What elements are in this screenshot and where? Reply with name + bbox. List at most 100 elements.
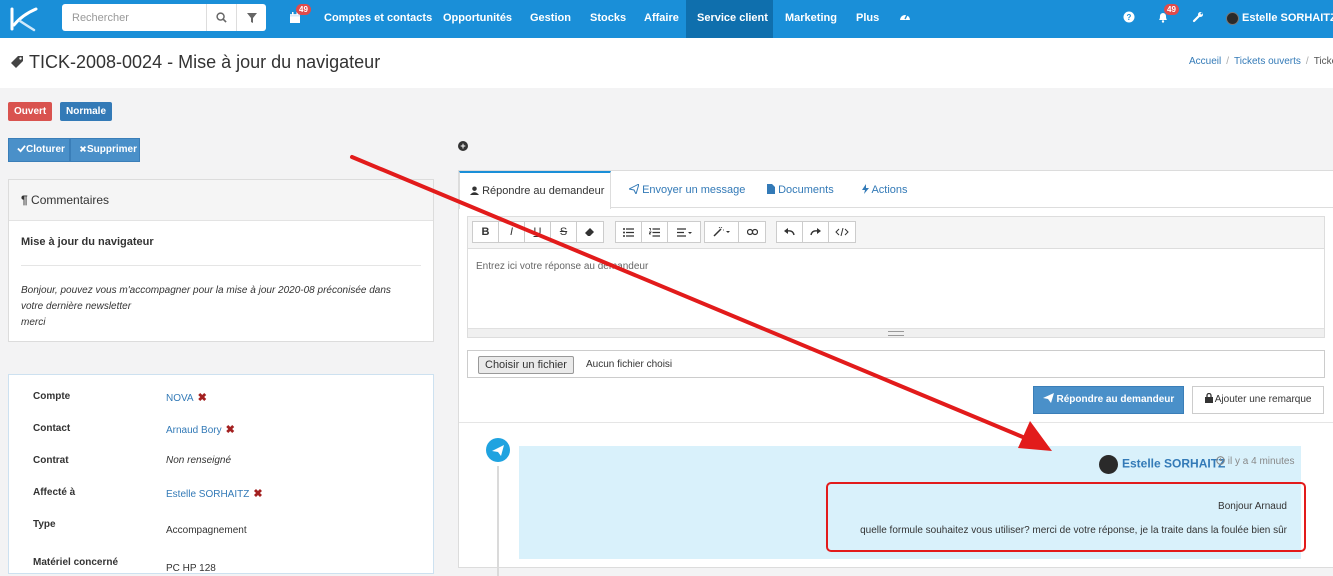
align-dropdown[interactable] [668, 222, 700, 242]
top-navbar: 49 Comptes et contacts Opportunités Gest… [0, 0, 1333, 38]
status-badge: Ouvert [8, 102, 53, 121]
app-logo[interactable] [8, 5, 40, 33]
remove-icon[interactable]: ✖ [226, 424, 235, 436]
calendar-nav[interactable]: 49 [286, 4, 311, 28]
magic-wand-icon [713, 227, 730, 237]
filter-icon [246, 12, 257, 23]
clear-format-button[interactable] [577, 222, 603, 242]
check-icon [17, 145, 26, 153]
delete-ticket-button[interactable]: Supprimer [70, 138, 140, 162]
timeline-line [497, 466, 499, 576]
info-label: Type [33, 519, 56, 530]
list-ul-icon [623, 227, 634, 237]
tab-reply[interactable]: Répondre au demandeur [459, 171, 611, 209]
nav-affaire[interactable]: Affaire [633, 0, 690, 38]
message-author[interactable]: Estelle SORHAITZ [1099, 455, 1225, 474]
link-icon [746, 228, 758, 236]
user-icon [470, 186, 479, 195]
undo-button[interactable] [777, 222, 803, 242]
annotation-highlight-box [826, 482, 1306, 552]
underline-button[interactable]: U [525, 222, 551, 242]
notifications-button[interactable]: 49 [1157, 4, 1179, 26]
close-ticket-label: Cloturer [26, 144, 65, 155]
add-remark-button[interactable]: Ajouter une remarque [1192, 386, 1324, 414]
search-button[interactable] [206, 4, 236, 31]
nav-gestion[interactable]: Gestion [519, 0, 582, 38]
reply-button-label: Répondre au demandeur [1056, 394, 1175, 405]
tab-documents[interactable]: Documents [757, 171, 844, 209]
info-value-link[interactable]: Estelle SORHAITZ ✖ [166, 487, 263, 500]
nav-opportunites[interactable]: Opportunités [432, 0, 523, 38]
filter-button[interactable] [236, 4, 266, 31]
user-menu[interactable]: Estelle SORHAITZ [1226, 0, 1333, 38]
format-group: B I U S [472, 221, 604, 243]
user-avatar [1226, 11, 1239, 25]
account-link[interactable]: NOVA [166, 393, 194, 404]
dashboard-button[interactable] [899, 11, 911, 26]
comment-line: votre dernière newsletter [21, 301, 132, 312]
page-header: TICK-2008-0024 - Mise à jour du navigate… [0, 38, 1333, 88]
notifications-badge: 49 [1164, 4, 1179, 15]
bold-button[interactable]: B [473, 222, 499, 242]
divider [459, 422, 1333, 423]
lock-icon [1204, 392, 1213, 403]
type-value: Accompagnement [166, 525, 247, 536]
close-ticket-button[interactable]: Cloturer [8, 138, 70, 162]
tab-send-message-label: Envoyer un message [642, 184, 746, 196]
nav-stocks[interactable]: Stocks [579, 0, 637, 38]
breadcrumb-accueil[interactable]: Accueil [1189, 56, 1221, 67]
magic-dropdown[interactable] [705, 222, 739, 242]
editor-resize-handle[interactable] [468, 328, 1324, 337]
help-button[interactable]: ? [1123, 11, 1135, 26]
code-icon [835, 228, 849, 236]
search-icon [216, 12, 227, 23]
remove-icon[interactable]: ✖ [198, 392, 207, 404]
insert-group [704, 221, 766, 243]
list-group [615, 221, 701, 243]
comments-heading-text: Commentaires [31, 193, 110, 207]
strikethrough-button[interactable]: S [551, 222, 577, 242]
reply-button[interactable]: Répondre au demandeur [1033, 386, 1184, 414]
nav-marketing[interactable]: Marketing [774, 0, 848, 38]
redo-button[interactable] [803, 222, 829, 242]
tab-actions[interactable]: Actions [852, 171, 918, 209]
comment-subject: Mise à jour du navigateur [21, 236, 154, 248]
settings-button[interactable] [1192, 11, 1204, 26]
tab-reply-label: Répondre au demandeur [482, 185, 605, 197]
timeline-sent-badge [486, 438, 510, 462]
question-icon: ? [1123, 11, 1135, 23]
link-button[interactable] [739, 222, 765, 242]
dashboard-icon [900, 14, 910, 20]
add-icon[interactable]: + [458, 141, 468, 151]
contact-link[interactable]: Arnaud Bory [166, 425, 222, 436]
remove-icon[interactable]: ✖ [253, 488, 262, 500]
italic-button[interactable]: I [499, 222, 525, 242]
file-upload: Choisir un fichier Aucun fichier choisi [467, 350, 1325, 378]
numbered-list-button[interactable] [642, 222, 668, 242]
nav-plus[interactable]: Plus [845, 0, 890, 38]
user-name: Estelle SORHAITZ [1242, 12, 1333, 24]
comment-line: merci [21, 317, 46, 328]
redo-icon [810, 228, 821, 236]
priority-badge: Normale [60, 102, 113, 121]
equipment-value: PC HP 128 [166, 563, 216, 574]
assignee-link[interactable]: Estelle SORHAITZ [166, 489, 249, 500]
ticket-icon [11, 56, 23, 68]
tab-send-message[interactable]: Envoyer un message [619, 171, 755, 209]
bullet-list-button[interactable] [616, 222, 642, 242]
code-view-button[interactable] [829, 222, 855, 242]
add-remark-label: Ajouter une remarque [1214, 394, 1312, 405]
info-label: Affecté à [33, 487, 76, 498]
search-input[interactable] [62, 4, 206, 31]
editor-input[interactable]: Entrez ici votre réponse au demandeur [476, 261, 648, 272]
bolt-icon [862, 184, 869, 194]
info-value-link[interactable]: Arnaud Bory ✖ [166, 423, 235, 436]
delete-ticket-label: Supprimer [87, 144, 138, 155]
nav-comptes-contacts[interactable]: Comptes et contacts [313, 0, 443, 38]
nav-service-client[interactable]: Service client [686, 0, 773, 38]
breadcrumb-tickets-ouverts[interactable]: Tickets ouverts [1234, 56, 1301, 67]
paper-plane-icon [1042, 393, 1054, 403]
info-value-link[interactable]: NOVA ✖ [166, 391, 207, 404]
choose-file-button[interactable]: Choisir un fichier [478, 356, 574, 374]
message-time: il y a 4 minutes [1216, 456, 1294, 467]
